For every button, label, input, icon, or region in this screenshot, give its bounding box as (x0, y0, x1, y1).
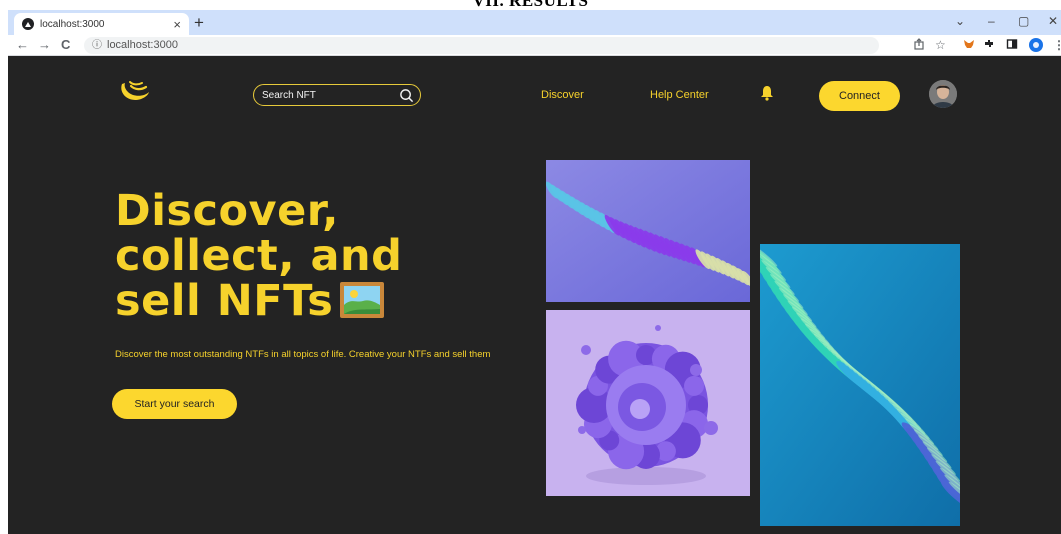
new-tab-button[interactable]: + (194, 13, 204, 33)
bell-icon[interactable] (760, 85, 774, 101)
nav-help-center-link[interactable]: Help Center (650, 89, 709, 101)
forward-button[interactable]: → (38, 37, 51, 52)
menu-icon[interactable]: ⋮ (1053, 38, 1061, 52)
hero-title-line: sell NFTs (115, 276, 334, 326)
side-panel-icon[interactable] (1006, 38, 1018, 50)
back-button[interactable]: ← (16, 37, 29, 52)
user-avatar[interactable] (929, 80, 957, 108)
close-window-button[interactable]: ✕ (1048, 14, 1058, 28)
nft-artwork-blob[interactable] (546, 310, 750, 496)
nft-artwork-ribbon[interactable] (546, 160, 750, 302)
url-text: localhost:3000 (107, 39, 178, 51)
moon-logo-icon[interactable] (118, 80, 152, 104)
profile-icon[interactable] (1029, 38, 1043, 52)
hero-title-line: collect, and (115, 231, 403, 281)
search-input[interactable] (262, 89, 399, 101)
site-favicon-icon (22, 18, 34, 30)
browser-tab[interactable]: localhost:3000 × (14, 13, 189, 35)
tab-close-icon[interactable]: × (173, 17, 181, 32)
start-search-button[interactable]: Start your search (112, 389, 237, 419)
share-icon[interactable] (913, 38, 925, 50)
framed-picture-icon (340, 282, 385, 318)
nft-artwork-wave[interactable] (760, 244, 960, 526)
restore-button[interactable]: ▢ (1018, 14, 1029, 28)
minimize-button[interactable]: – (988, 14, 995, 28)
tab-title: localhost:3000 (40, 18, 105, 30)
site-info-icon[interactable]: ⓘ (92, 40, 102, 51)
nft-marketplace-page: Discover Help Center Connect Discover, c… (8, 56, 1061, 534)
address-bar[interactable]: ⓘ localhost:3000 (84, 37, 879, 54)
browser-toolbar: ← → C ⓘ localhost:3000 ☆ ⋮ (8, 35, 1061, 56)
search-bar[interactable] (253, 84, 421, 106)
connect-button[interactable]: Connect (819, 81, 900, 111)
browser-tabstrip: localhost:3000 × + ⌄ – ▢ ✕ (8, 10, 1061, 35)
search-icon[interactable] (399, 88, 414, 103)
reload-button[interactable]: C (61, 37, 70, 52)
tab-search-dropdown-icon[interactable]: ⌄ (955, 14, 965, 28)
hero-title: Discover, collect, and sell NFTs (115, 189, 495, 324)
extensions-icon[interactable] (983, 38, 995, 50)
metamask-icon[interactable] (963, 38, 975, 50)
hero-title-line: Discover, (115, 186, 339, 236)
star-icon[interactable]: ☆ (935, 38, 946, 52)
nav-discover-link[interactable]: Discover (541, 89, 584, 101)
hero-subtitle: Discover the most outstanding NTFs in al… (115, 349, 491, 360)
